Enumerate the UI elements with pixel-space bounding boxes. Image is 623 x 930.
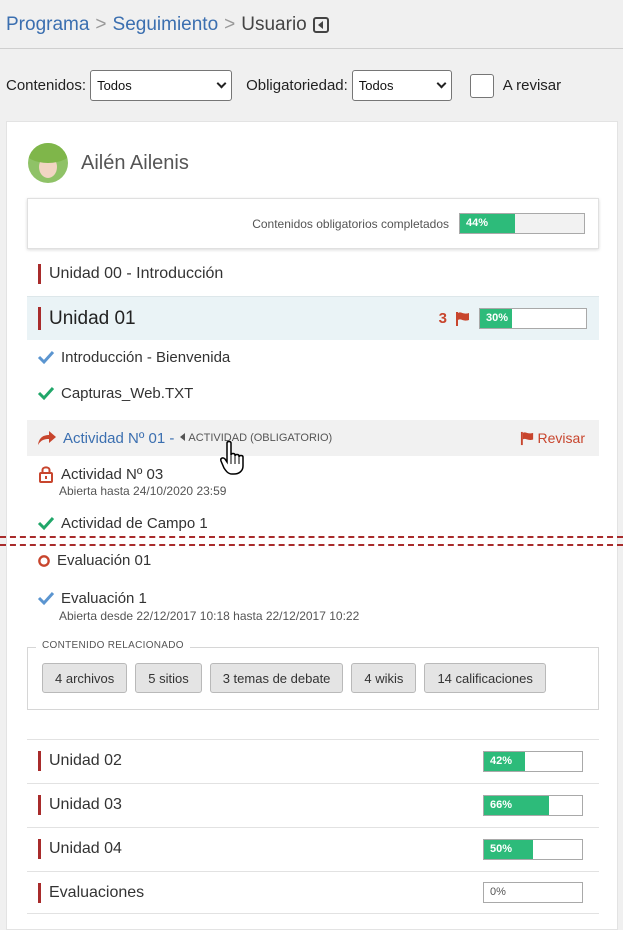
evaluaciones-progress-label: 0% [490, 886, 506, 898]
actividad-03-availability: Abierta hasta 24/10/2020 23:59 [59, 484, 227, 498]
user-progress-card: Ailén Ailenis Contenidos obligatorios co… [6, 121, 618, 930]
unit-04-progress-label: 50% [490, 842, 513, 855]
content-item-evaluacion-01[interactable]: Evaluación 01 [37, 552, 151, 569]
related-content-box: CONTENIDO RELACIONADO 4 archivos 5 sitio… [27, 640, 599, 710]
obligatoriedad-select[interactable]: Todos [351, 70, 452, 101]
chevron-down-icon [216, 78, 227, 89]
summary-progress-bar: 44% [459, 213, 585, 234]
content-item-evaluacion-1[interactable]: Evaluación 1 [37, 589, 147, 607]
unit-00-row[interactable]: Unidad 00 - Introducción [27, 258, 599, 290]
unit-marker [38, 882, 41, 903]
content-item-actividad-campo[interactable]: Actividad de Campo 1 [37, 514, 208, 532]
summary-progress-label: 44% [466, 217, 489, 229]
unit-03-progress-bar: 66% [483, 794, 583, 816]
unit-03-row[interactable]: Unidad 03 66% [27, 783, 599, 826]
checkmark-icon [37, 591, 55, 606]
back-icon[interactable] [312, 17, 329, 33]
breadcrumb-separator: > [95, 14, 107, 35]
user-header: Ailén Ailenis [28, 143, 189, 183]
unit-marker [38, 795, 41, 815]
unit-marker [38, 751, 41, 771]
breadcrumb: Programa > Seguimiento > Usuario [6, 14, 329, 36]
unit-03-title: Unidad 03 [49, 796, 122, 813]
unit-04-progress-bar: 50% [483, 838, 583, 860]
wikis-button[interactable]: 4 wikis [351, 663, 417, 693]
content-item-label: Actividad Nº 03 [61, 465, 164, 483]
content-item-label: Evaluación 01 [57, 552, 152, 569]
obligatoriedad-label: Obligatoriedad: [246, 77, 348, 94]
calificaciones-button[interactable]: 14 calificaciones [424, 663, 546, 693]
content-item-label: Actividad de Campo 1 [61, 514, 208, 532]
unit-04-title: Unidad 04 [49, 840, 122, 857]
unit-01-title: Unidad 01 [49, 307, 136, 329]
summary-label: Contenidos obligatorios completados [252, 216, 449, 231]
content-item-capturas[interactable]: Capturas_Web.TXT [37, 384, 193, 402]
unit-01-progress-label: 30% [486, 312, 509, 324]
share-arrow-icon [38, 431, 56, 445]
unit-marker [38, 839, 41, 859]
actividad-01-tag: ACTIVIDAD (OBLIGATORIO) [188, 432, 333, 444]
a-revisar-label: A revisar [502, 77, 562, 94]
unit-02-progress-bar: 42% [483, 750, 583, 772]
unit-01-progress-bar: 30% [479, 308, 587, 329]
content-item-intro[interactable]: Introducción - Bienvenida [37, 348, 230, 366]
revisar-button[interactable]: Revisar [520, 430, 585, 446]
actividad-01-link[interactable]: Actividad Nº 01 - [63, 430, 174, 447]
caret-left-icon [180, 433, 186, 441]
breadcrumb-seguimiento-link[interactable]: Seguimiento [113, 14, 219, 36]
evaluaciones-progress-bar: 0% [483, 882, 583, 903]
divider [0, 48, 623, 49]
evaluacion-1-availability: Abierta desde 22/12/2017 10:18 hasta 22/… [59, 609, 360, 623]
content-item-label: Introducción - Bienvenida [61, 348, 231, 366]
obligatoriedad-select-value: Todos [358, 78, 394, 93]
unit-00-title: Unidad 00 - Introducción [49, 265, 224, 282]
content-item-label: Evaluación 1 [61, 589, 147, 607]
checkmark-icon [37, 350, 55, 365]
breadcrumb-current: Usuario [241, 14, 307, 35]
checkmark-icon [37, 386, 55, 401]
contenidos-select-value: Todos [97, 78, 132, 93]
related-content-legend: CONTENIDO RELACIONADO [36, 640, 190, 651]
filters-bar: Contenidos: Todos Obligatoriedad: Todos … [6, 70, 561, 101]
revisar-label: Revisar [537, 430, 585, 446]
unit-02-row[interactable]: Unidad 02 42% [27, 739, 599, 782]
sitios-button[interactable]: 5 sitios [135, 663, 202, 693]
unit-01-row[interactable]: Unidad 01 3 30% [27, 296, 599, 340]
evaluaciones-row[interactable]: Evaluaciones 0% [27, 871, 599, 914]
avatar [28, 143, 68, 183]
contenidos-label: Contenidos: [6, 77, 87, 94]
summary-box: Contenidos obligatorios completados 44% [27, 198, 599, 249]
breadcrumb-separator: > [224, 14, 236, 35]
content-item-actividad-03[interactable]: Actividad Nº 03 [37, 465, 163, 483]
archivos-button[interactable]: 4 archivos [42, 663, 128, 693]
a-revisar-checkbox[interactable] [469, 73, 494, 98]
temas-debate-button[interactable]: 3 temas de debate [209, 663, 344, 693]
evaluaciones-title: Evaluaciones [49, 883, 145, 901]
hand-cursor-icon [220, 440, 244, 475]
checkmark-icon [37, 516, 55, 531]
user-name: Ailén Ailenis [81, 151, 189, 174]
flag-icon [520, 431, 533, 445]
contenidos-select[interactable]: Todos [90, 70, 233, 101]
unit-03-progress-label: 66% [490, 798, 513, 811]
unit-02-progress-label: 42% [490, 754, 513, 767]
content-item-label: Capturas_Web.TXT [61, 384, 194, 402]
page-break-line [0, 544, 623, 546]
chevron-down-icon [436, 78, 447, 89]
unit-02-title: Unidad 02 [49, 752, 122, 769]
circle-icon [38, 554, 50, 567]
breadcrumb-programa-link[interactable]: Programa [6, 14, 89, 36]
unit-marker [38, 307, 41, 330]
lock-icon [39, 466, 53, 483]
flag-icon [456, 311, 469, 326]
unit-marker [38, 264, 41, 284]
page-break-line [0, 536, 623, 538]
flag-count: 3 [438, 310, 447, 327]
content-item-actividad-01[interactable]: Actividad Nº 01 - ACTIVIDAD (OBLIGATORIO… [27, 420, 599, 456]
unit-04-row[interactable]: Unidad 04 50% [27, 827, 599, 870]
